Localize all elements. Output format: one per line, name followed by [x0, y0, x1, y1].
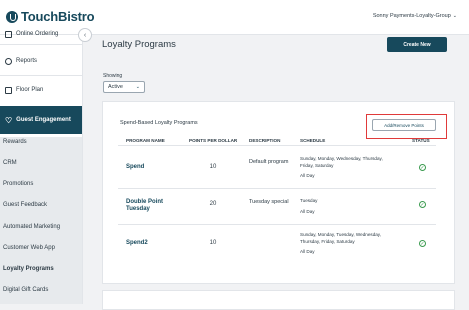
- divider: [0, 75, 82, 76]
- program-description: Default program: [249, 159, 289, 165]
- active-status-icon: ✓: [419, 164, 426, 171]
- account-switcher[interactable]: Sonny Payments-Loyalty-Group ⌄: [373, 13, 457, 19]
- card-title: Spend-Based Loyalty Programs: [120, 120, 198, 126]
- submenu-item-customer-web-app[interactable]: Customer Web App: [3, 245, 55, 251]
- status-filter-value: Active: [108, 84, 123, 90]
- column-header-program-name: PROGRAM NAME: [126, 138, 165, 143]
- sidebar-item-online-ordering[interactable]: Online Ordering: [0, 29, 82, 39]
- chevron-down-icon: ⌄: [135, 84, 140, 90]
- header-divider: [118, 145, 436, 146]
- row-divider: [118, 224, 436, 225]
- active-status-icon: ✓: [419, 201, 426, 208]
- program-schedule-time: All Day: [300, 209, 315, 214]
- program-description: Tuesday special: [249, 199, 289, 205]
- program-schedule-days: Tuesday: [300, 198, 318, 203]
- chevron-down-icon: ⌄: [452, 13, 457, 19]
- sidebar-item-label: Floor Plan: [16, 87, 44, 93]
- page-title: Loyalty Programs: [102, 39, 176, 50]
- submenu-item-promotions[interactable]: Promotions: [3, 181, 33, 187]
- collapse-sidebar-button[interactable]: ‹: [78, 28, 92, 42]
- sidebar-item-floor-plan[interactable]: Floor Plan: [0, 84, 82, 96]
- active-status-icon: ✓: [419, 240, 426, 247]
- sidebar-item-label: Guest Engagement: [16, 117, 71, 123]
- create-new-button[interactable]: Create New: [387, 37, 447, 52]
- floor-plan-icon: [5, 86, 12, 94]
- submenu-item-rewards[interactable]: Rewards: [3, 139, 27, 145]
- sidebar-item-label: Reports: [16, 58, 38, 64]
- row-divider: [118, 188, 436, 189]
- secondary-card: [102, 290, 455, 310]
- column-header-schedule: SCHEDULE: [300, 138, 326, 143]
- sidebar-item-guest-engagement[interactable]: ♡ Guest Engagement: [0, 106, 82, 134]
- submenu-item-crm[interactable]: CRM: [3, 160, 17, 166]
- heart-icon: ♡: [5, 115, 13, 125]
- sidebar-item-label: Online Ordering: [16, 31, 59, 37]
- column-header-status: STATUS: [412, 138, 430, 143]
- sidebar-item-reports[interactable]: Reports: [0, 55, 82, 67]
- program-name-link[interactable]: Spend: [126, 164, 144, 170]
- points-per-dollar: 10: [209, 240, 217, 246]
- points-per-dollar: 10: [209, 164, 217, 170]
- program-schedule-days: Sunday, Monday, Wednesday, Thursday, Fri…: [300, 156, 383, 168]
- showing-label: Showing: [103, 73, 123, 79]
- program-schedule-time: All Day: [300, 173, 315, 178]
- points-per-dollar: 20: [209, 201, 217, 207]
- logo-icon: [6, 10, 18, 23]
- program-name-link[interactable]: Spend2: [126, 240, 148, 246]
- submenu-item-digital-gift-cards[interactable]: Digital Gift Cards: [3, 287, 48, 293]
- chart-icon: [5, 57, 12, 65]
- column-header-points-per-dollar: POINTS PER DOLLAR: [189, 138, 238, 143]
- program-name-link[interactable]: Double Point Tuesday: [126, 199, 171, 213]
- submenu-item-loyalty-programs[interactable]: Loyalty Programs: [3, 266, 54, 272]
- bag-icon: [5, 30, 12, 38]
- column-header-description: DESCRIPTION: [249, 138, 281, 143]
- program-schedule-time: All Day: [300, 249, 315, 254]
- logo-text: TouchBistro: [21, 9, 95, 24]
- program-schedule-days: Sunday, Monday, Tuesday, Wednesday, Thur…: [300, 232, 382, 244]
- submenu-item-guest-feedback[interactable]: Guest Feedback: [3, 202, 47, 208]
- submenu-item-automated-marketing[interactable]: Automated Marketing: [3, 224, 60, 230]
- divider: [0, 44, 82, 45]
- chevron-left-icon: ‹: [83, 31, 87, 39]
- touchbistro-logo[interactable]: TouchBistro: [6, 9, 95, 24]
- highlight-box: [366, 114, 447, 139]
- account-name: Sonny Payments-Loyalty-Group: [372, 13, 451, 19]
- status-filter-select[interactable]: Active ⌄: [103, 81, 145, 93]
